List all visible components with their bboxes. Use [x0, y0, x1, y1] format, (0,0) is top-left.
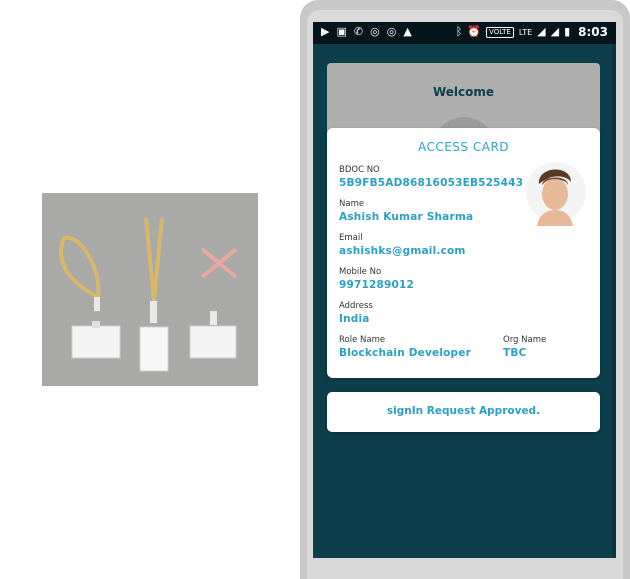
bdoc-value: 5B9FB5AD86816053EB525443	[339, 177, 524, 189]
alarm-icon: ⏰	[467, 25, 482, 38]
profile-photo	[525, 158, 587, 226]
screen-edge	[612, 22, 616, 558]
name-value: Ashish Kumar Sharma	[339, 211, 474, 223]
access-card-title: ACCESS CARD	[417, 140, 510, 154]
status-time: 8:03	[578, 25, 608, 39]
access-card: ACCESS CARD BDOC NO 5B9FB5AD86816053EB52…	[327, 128, 600, 378]
status-bar: ▶ ▣ ✆ ◎ ◎ ▲ ᛒ ⏰ VOLTE LTE ◢ ◢ ▮ 8:03	[313, 22, 616, 44]
bluetooth-icon: ᛒ	[455, 25, 463, 38]
role-label: Role Name	[339, 335, 386, 345]
welcome-title: Welcome	[432, 85, 495, 99]
role-value: Blockchain Developer	[339, 347, 471, 359]
email-value: ashishks@gmail.com	[339, 245, 466, 257]
mobile-label: Mobile No	[339, 267, 382, 277]
email-label: Email	[339, 233, 363, 243]
bdoc-label: BDOC NO	[339, 165, 380, 175]
approval-card[interactable]: signIn Request Approved.	[327, 392, 600, 432]
mobile-value: 9971289012	[339, 279, 415, 291]
org-value: TBC	[503, 347, 527, 359]
signal-icon: ◢	[537, 25, 546, 38]
volte-icon: VOLTE	[486, 26, 514, 38]
phone-wifi-icon: ✆	[353, 25, 364, 38]
image-icon: ▣	[336, 25, 347, 38]
approval-message: signIn Request Approved.	[386, 405, 541, 417]
address-label: Address	[339, 301, 373, 311]
name-label: Name	[339, 199, 365, 209]
lte-icon: LTE	[518, 27, 533, 37]
org-label: Org Name	[503, 335, 547, 345]
chrome-icon: ◎	[370, 25, 380, 38]
lanyard-illustration	[42, 193, 258, 386]
battery-icon: ▮	[564, 25, 571, 38]
address-value: India	[339, 313, 370, 325]
youtube-icon: ▶	[321, 25, 330, 38]
signal-icon: ◢	[550, 25, 560, 38]
chrome-icon: ◎	[386, 25, 397, 38]
warning-icon: ▲	[403, 25, 412, 38]
